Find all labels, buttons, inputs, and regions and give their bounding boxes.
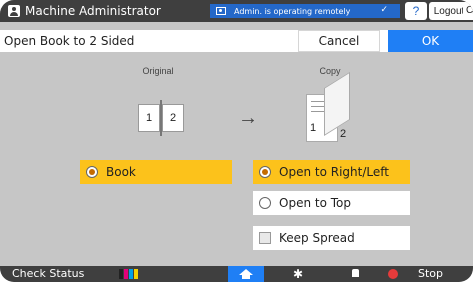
radio-unselected-icon — [259, 197, 271, 209]
book-left-page: 1 — [138, 104, 160, 132]
remote-message: Admin. is operating remotely — [234, 6, 351, 16]
user-info[interactable]: Machine Administrator — [8, 3, 161, 19]
stop-button[interactable]: Stop — [418, 267, 443, 280]
radio-selected-icon — [86, 166, 98, 178]
lock-icon[interactable] — [352, 269, 359, 277]
gear-icon[interactable]: ✱ — [293, 267, 303, 281]
original-label: Original — [142, 66, 174, 76]
stop-indicator-icon — [388, 269, 398, 279]
duplex-copy-illustration: 1 2 — [300, 71, 360, 154]
toner-magenta — [124, 269, 128, 279]
open-right-left-option[interactable]: Open to Right/Left — [253, 160, 410, 184]
open-right-left-label: Open to Right/Left — [279, 165, 389, 179]
toner-yellow — [134, 269, 138, 279]
user-name: Machine Administrator — [25, 4, 161, 18]
keep-spread-label: Keep Spread — [279, 231, 355, 245]
arrow-right-icon: → — [238, 107, 258, 129]
partial-button[interactable]: C — [463, 2, 473, 20]
remote-operation-banner: Admin. is operating remotely ✓ — [210, 4, 400, 18]
book-right-page: 2 — [162, 104, 184, 132]
copier-screen: Machine Administrator Admin. is operatin… — [0, 0, 473, 282]
copy-front-number: 1 — [310, 122, 317, 134]
page-title: Open Book to 2 Sided — [4, 34, 135, 48]
home-button[interactable] — [228, 266, 264, 282]
copy-back-number: 2 — [340, 128, 347, 140]
keep-spread-option[interactable]: Keep Spread — [253, 226, 410, 250]
bottom-bar: Check Status ✱ Stop — [0, 266, 473, 282]
check-status-button[interactable]: Check Status — [12, 267, 84, 280]
user-icon — [8, 5, 20, 17]
open-book-illustration: 1 2 — [132, 100, 190, 138]
checkmark-icon: ✓ — [380, 5, 388, 15]
cancel-button[interactable]: Cancel — [298, 30, 380, 52]
toner-cyan — [129, 269, 133, 279]
ok-button[interactable]: OK — [388, 30, 473, 52]
book-option[interactable]: Book — [80, 160, 232, 184]
open-top-label: Open to Top — [279, 196, 351, 210]
monitor-icon — [216, 7, 226, 15]
page-flip-icon — [324, 71, 350, 136]
toner-black — [119, 269, 123, 279]
copy-label: Copy — [319, 66, 341, 76]
open-top-option[interactable]: Open to Top — [253, 191, 410, 215]
radio-selected-icon — [259, 166, 271, 178]
checkbox-icon — [259, 232, 271, 244]
book-option-label: Book — [106, 165, 136, 179]
toner-level-icon — [119, 269, 139, 279]
help-button[interactable]: ? — [405, 2, 427, 20]
top-bar: Machine Administrator Admin. is operatin… — [0, 0, 473, 22]
